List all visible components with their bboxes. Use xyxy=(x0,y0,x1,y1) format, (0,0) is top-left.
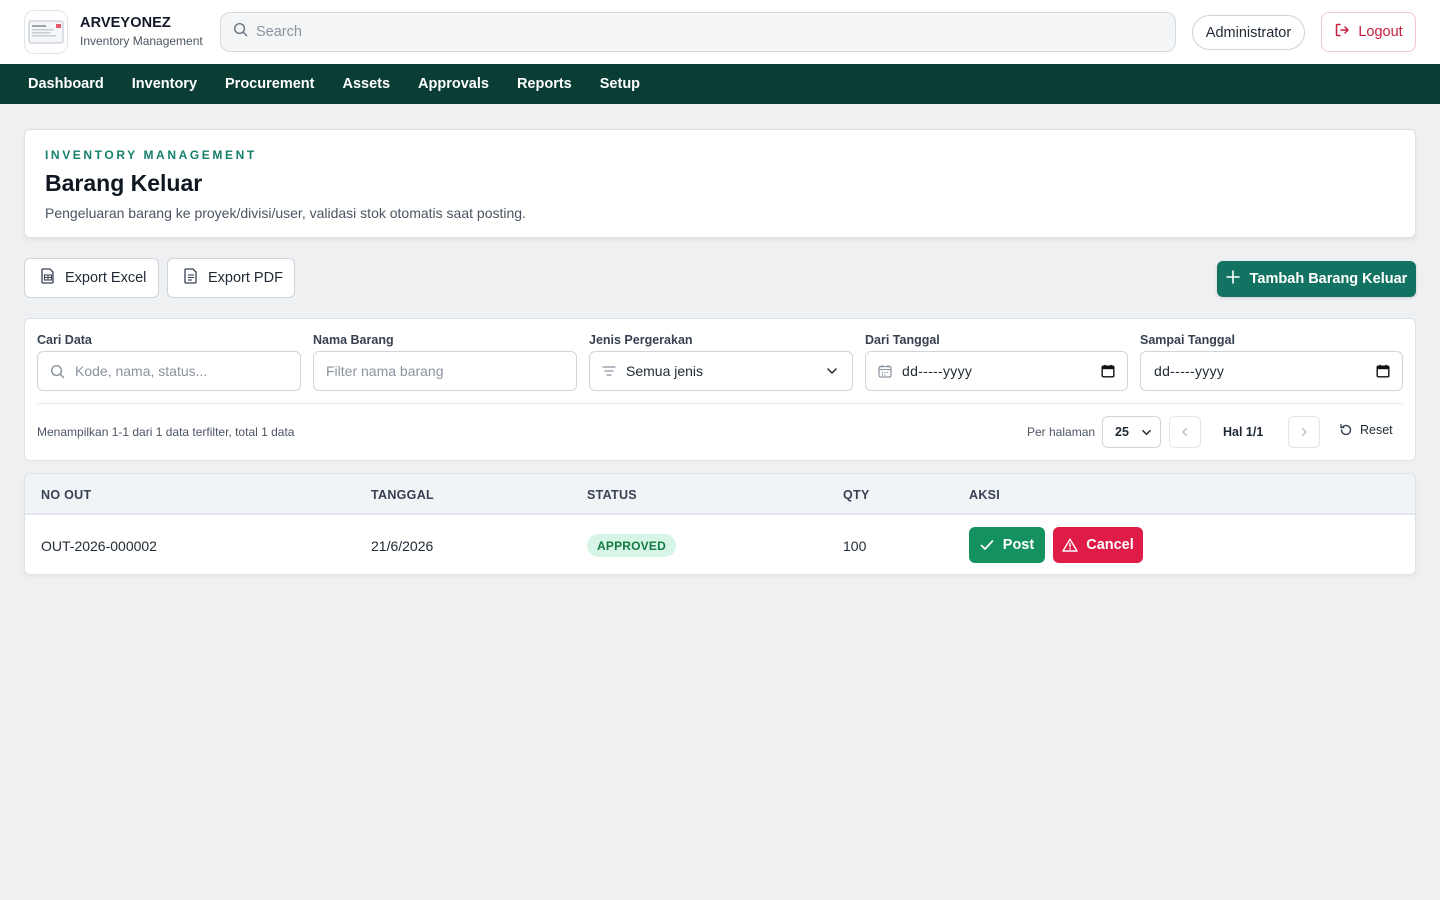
nav-item-procurement[interactable]: Procurement xyxy=(225,76,314,92)
filter-divider xyxy=(37,403,1403,404)
column-header-tanggal[interactable]: TANGGAL xyxy=(371,488,434,502)
export-excel-button[interactable]: Export Excel xyxy=(24,258,159,298)
warning-icon xyxy=(1062,538,1078,552)
movement-type-select[interactable]: Semua jenis xyxy=(589,351,853,391)
per-page-value: 25 xyxy=(1115,425,1129,439)
cancel-button[interactable]: Cancel xyxy=(1053,527,1143,563)
reset-label: Reset xyxy=(1360,423,1393,437)
logout-label: Logout xyxy=(1358,24,1403,40)
top-header: ARVEYONEZ Inventory Management Administr… xyxy=(0,0,1440,64)
chevron-left-icon xyxy=(1182,427,1188,437)
item-name-input[interactable] xyxy=(326,363,576,379)
chevron-down-icon xyxy=(1142,429,1151,436)
search-input[interactable] xyxy=(256,24,1136,40)
post-label: Post xyxy=(1002,537,1035,553)
export-pdf-label: Export PDF xyxy=(208,270,283,286)
cell-no-out: OUT-2026-000002 xyxy=(41,538,157,554)
plus-icon xyxy=(1225,270,1240,288)
data-table: NO OUT TANGGAL STATUS QTY AKSI OUT-2026-… xyxy=(24,473,1416,575)
app-logo-icon[interactable] xyxy=(24,10,68,54)
calendar-picker-icon[interactable] xyxy=(1376,364,1390,378)
reset-button[interactable]: Reset xyxy=(1339,423,1393,437)
per-page-select[interactable]: 25 xyxy=(1102,416,1161,448)
page-description: Pengeluaran barang ke proyek/divisi/user… xyxy=(45,205,526,221)
chevron-right-icon xyxy=(1301,427,1307,437)
search-data-field[interactable] xyxy=(37,351,301,391)
post-button[interactable]: Post xyxy=(969,527,1045,563)
item-name-label: Nama Barang xyxy=(313,333,394,347)
from-date-label: Dari Tanggal xyxy=(865,333,940,347)
table-header: NO OUT TANGGAL STATUS QTY AKSI xyxy=(25,474,1415,515)
reset-icon xyxy=(1340,424,1352,436)
user-menu-button[interactable]: Administrator xyxy=(1192,15,1305,50)
column-header-no-out[interactable]: NO OUT xyxy=(41,488,91,502)
from-date-field[interactable]: dd-----yyyy xyxy=(865,351,1128,391)
page-header-card: INVENTORY MANAGEMENT Barang Keluar Penge… xyxy=(24,129,1416,238)
calendar-picker-icon[interactable] xyxy=(1101,364,1115,378)
to-date-value: dd-----yyyy xyxy=(1154,363,1225,379)
calendar-icon xyxy=(878,364,892,378)
nav-item-approvals[interactable]: Approvals xyxy=(418,76,489,92)
export-pdf-button[interactable]: Export PDF xyxy=(167,258,295,298)
nav-item-inventory[interactable]: Inventory xyxy=(132,76,197,92)
filter-icon xyxy=(602,365,616,377)
logout-icon xyxy=(1334,22,1350,42)
brand-subtitle: Inventory Management xyxy=(80,34,203,48)
page-eyebrow: INVENTORY MANAGEMENT xyxy=(45,148,257,162)
chevron-down-icon xyxy=(826,366,838,376)
spreadsheet-file-icon xyxy=(41,268,55,288)
result-summary: Menampilkan 1-1 dari 1 data terfilter, t… xyxy=(37,425,295,439)
search-icon xyxy=(50,364,65,379)
from-date-value: dd-----yyyy xyxy=(902,363,973,379)
cancel-label: Cancel xyxy=(1086,537,1134,553)
search-data-label: Cari Data xyxy=(37,333,92,347)
next-page-button[interactable] xyxy=(1288,416,1320,448)
main-nav: Dashboard Inventory Procurement Assets A… xyxy=(0,64,1440,104)
nav-item-setup[interactable]: Setup xyxy=(600,76,640,92)
prev-page-button[interactable] xyxy=(1169,416,1201,448)
item-name-field[interactable] xyxy=(313,351,577,391)
cell-tanggal: 21/6/2026 xyxy=(371,538,434,554)
to-date-field[interactable]: dd-----yyyy xyxy=(1140,351,1403,391)
export-excel-label: Export Excel xyxy=(65,270,147,286)
search-icon xyxy=(233,22,256,42)
add-barang-keluar-button[interactable]: Tambah Barang Keluar xyxy=(1217,261,1416,297)
document-file-icon xyxy=(184,268,198,288)
page-title: Barang Keluar xyxy=(45,170,203,196)
check-icon xyxy=(980,540,994,550)
page-info: Hal 1/1 xyxy=(1223,425,1264,439)
cell-qty: 100 xyxy=(843,538,867,554)
search-data-input[interactable] xyxy=(75,363,300,379)
movement-type-label: Jenis Pergerakan xyxy=(589,333,693,347)
brand-name: ARVEYONEZ xyxy=(80,15,171,31)
status-badge: APPROVED xyxy=(587,534,676,557)
movement-type-value: Semua jenis xyxy=(626,363,704,379)
logout-button[interactable]: Logout xyxy=(1321,12,1416,52)
to-date-label: Sampai Tanggal xyxy=(1140,333,1235,347)
per-page-label: Per halaman xyxy=(1027,425,1096,439)
column-header-aksi: AKSI xyxy=(969,488,1001,502)
nav-item-reports[interactable]: Reports xyxy=(517,76,572,92)
nav-item-assets[interactable]: Assets xyxy=(342,76,390,92)
filter-panel: Cari Data Nama Barang Jenis Pergerakan S… xyxy=(24,318,1416,461)
column-header-status[interactable]: STATUS xyxy=(587,488,637,502)
add-barang-keluar-label: Tambah Barang Keluar xyxy=(1249,271,1408,287)
column-header-qty[interactable]: QTY xyxy=(843,488,870,502)
nav-item-dashboard[interactable]: Dashboard xyxy=(28,76,104,92)
global-search[interactable] xyxy=(220,12,1176,52)
